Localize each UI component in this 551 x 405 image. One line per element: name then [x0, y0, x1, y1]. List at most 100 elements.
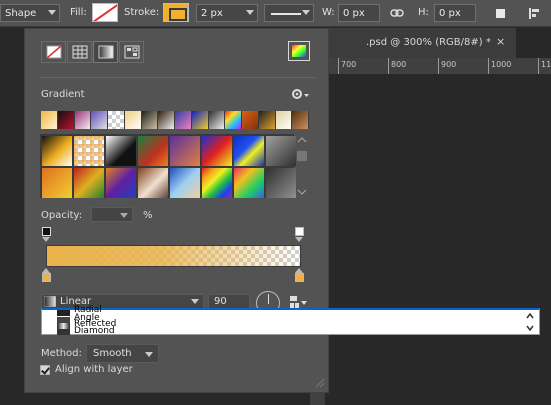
swatch-grid-icon [72, 45, 88, 59]
gradient-preset-swatch[interactable] [292, 111, 309, 129]
gradient-preset-tile[interactable] [234, 168, 264, 198]
style-option-diamond[interactable]: Diamond [74, 327, 115, 336]
gradient-preset-tile[interactable] [74, 168, 104, 198]
stop-pointer-icon [42, 237, 50, 242]
gradient-preset-swatch[interactable] [74, 111, 92, 129]
pattern-icon [124, 45, 140, 59]
chevron-up-icon[interactable] [295, 136, 309, 144]
link-icon[interactable] [390, 6, 404, 20]
gradient-preset-swatch[interactable] [91, 111, 108, 129]
gradient-preset-swatch[interactable] [124, 111, 142, 129]
gradient-preset-grid [40, 134, 296, 198]
gradient-preset-swatch[interactable] [275, 111, 293, 129]
shape-mode-dropdown[interactable]: Shape [0, 4, 60, 22]
no-fill-button[interactable] [41, 41, 66, 63]
gradient-preset-tile[interactable] [42, 168, 72, 198]
close-tab-icon[interactable]: × [496, 35, 505, 48]
angle-input[interactable]: 90 [208, 294, 250, 309]
gradient-preset-tile[interactable] [106, 136, 136, 166]
chevron-down-icon [48, 10, 56, 15]
gradient-preset-swatch[interactable] [158, 111, 175, 129]
ruler-label: 700 [341, 60, 357, 69]
stroke-width-value: 2 px [201, 7, 223, 19]
path-operations-icon[interactable] [494, 6, 508, 20]
align-with-layer-checkbox[interactable] [40, 365, 50, 375]
diamond-gradient-icon [57, 329, 70, 335]
preset-scrollbar[interactable] [295, 134, 309, 198]
stroke-label: Stroke: [124, 7, 160, 18]
opacity-stop-left[interactable] [42, 227, 51, 236]
gradient-preset-tile[interactable] [202, 136, 232, 166]
gradient-style-dropdown[interactable]: Linear [41, 294, 204, 309]
horizontal-ruler: 700 800 900 1000 1100 [310, 58, 551, 75]
gradient-preset-swatch[interactable] [57, 111, 75, 129]
solid-color-button[interactable] [67, 41, 92, 63]
gradient-preset-tile[interactable] [138, 168, 168, 198]
stroke-swatch[interactable] [163, 3, 189, 22]
chevron-down-icon [246, 10, 254, 15]
document-tab-title: .psd @ 300% (RGB/8#) * [366, 37, 491, 48]
gradient-preset-tile[interactable] [170, 136, 200, 166]
gradient-preset-swatch[interactable] [191, 111, 209, 129]
gradient-button[interactable] [93, 41, 118, 63]
chevron-down-icon[interactable] [295, 188, 309, 196]
gradient-preset-swatch[interactable] [41, 111, 58, 129]
chevron-up-icon[interactable] [525, 311, 535, 321]
gradient-preset-swatch[interactable] [175, 111, 192, 129]
no-color-icon [46, 45, 62, 59]
gradient-preset-tile[interactable] [266, 136, 296, 166]
opacity-input[interactable] [91, 207, 133, 222]
gradient-preset-tile[interactable] [42, 136, 72, 166]
gradient-preset-tile[interactable] [74, 136, 104, 166]
opacity-unit: % [143, 210, 153, 221]
color-picker-icon [292, 45, 306, 57]
gradient-preset-tile[interactable] [138, 136, 168, 166]
gradient-preset-swatch[interactable] [225, 111, 242, 129]
gradient-preset-swatch[interactable] [242, 111, 259, 129]
opacity-label: Opacity: [41, 210, 83, 221]
stroke-width-field[interactable]: 2 px [196, 4, 258, 22]
stop-pointer-icon [295, 237, 303, 242]
color-stop-right[interactable] [295, 273, 304, 282]
reverse-gradient-icon[interactable] [289, 295, 309, 309]
gradient-preview-bar[interactable] [46, 245, 301, 267]
divider [40, 77, 315, 78]
method-label: Method: [41, 348, 82, 359]
gradient-preset-swatch[interactable] [208, 111, 226, 129]
method-dropdown[interactable]: Smooth [86, 344, 159, 363]
height-label: H: [418, 7, 429, 18]
stroke-type-dropdown[interactable] [264, 4, 314, 22]
color-picker-button[interactable] [288, 41, 310, 61]
path-alignment-icon[interactable] [527, 6, 541, 20]
gradient-preset-swatch[interactable] [258, 111, 276, 129]
height-input[interactable]: 0 px [434, 4, 476, 22]
gradient-preset-swatch[interactable] [141, 111, 159, 129]
gradient-preset-tile[interactable] [106, 168, 136, 198]
gradient-preset-tile[interactable] [202, 168, 232, 198]
color-stop-left[interactable] [42, 273, 51, 282]
linear-gradient-icon [44, 296, 56, 307]
fill-swatch[interactable] [92, 3, 118, 22]
chevron-down-icon[interactable] [525, 323, 535, 333]
chevron-down-icon [120, 213, 128, 218]
document-tab[interactable]: .psd @ 300% (RGB/8#) * × [316, 28, 516, 58]
resize-grip-icon[interactable] [313, 376, 325, 388]
method-value: Smooth [93, 348, 132, 359]
width-input[interactable]: 0 px [338, 4, 380, 22]
fill-label: Fill: [70, 7, 87, 18]
opacity-stop-right[interactable] [295, 227, 304, 236]
gradient-preview-fill [47, 246, 300, 266]
gear-icon[interactable] [291, 87, 311, 101]
pattern-button[interactable] [119, 41, 144, 63]
gradient-section-label: Gradient [41, 89, 85, 100]
ruler-label: 900 [441, 60, 457, 69]
ruler-label: 800 [391, 60, 407, 69]
gradient-preset-swatch[interactable] [108, 111, 125, 129]
gradient-preset-tile[interactable] [234, 136, 264, 166]
chevron-down-icon [302, 10, 310, 15]
gradient-preset-tile[interactable] [170, 168, 200, 198]
ruler-label: 1100 [541, 60, 551, 69]
shape-mode-value: Shape [5, 7, 37, 19]
scroll-thumb[interactable] [297, 151, 307, 161]
gradient-preset-tile[interactable] [266, 168, 296, 198]
